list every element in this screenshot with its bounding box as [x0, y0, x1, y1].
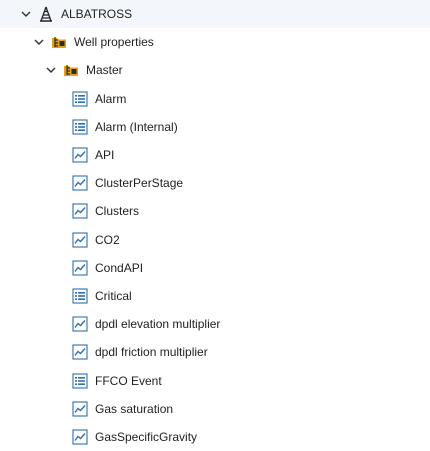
trend-chart-icon [72, 401, 88, 417]
tree-leaf-label: dpdl elevation multiplier [95, 317, 221, 332]
trend-chart-icon [72, 428, 88, 445]
list-icon [72, 288, 88, 304]
tree-leaf-dpdl-elevation-multiplier[interactable]: dpdl elevation multiplier [0, 310, 430, 338]
tree-leaf-label: Clusters [95, 204, 140, 219]
rig-tower-icon [38, 6, 54, 22]
list-icon [72, 119, 88, 135]
folder-properties-icon [63, 62, 79, 78]
tree-leaf-label: CO2 [95, 232, 120, 247]
tree-leaf-api[interactable]: API [0, 141, 430, 169]
trend-chart-icon [72, 147, 88, 163]
tree-leaf-gas-saturation[interactable]: Gas saturation [0, 395, 430, 423]
trend-chart-icon [72, 203, 88, 219]
tree-leaf-label: dpdl friction multiplier [95, 345, 208, 360]
tree-node-label: ALBATROSS [61, 7, 133, 21]
tree-node-label: Well properties [74, 35, 154, 49]
tree-node-master[interactable]: Master [0, 56, 430, 84]
tree-leaf-label: GasSpecificGravity [95, 429, 198, 444]
trend-chart-icon [72, 316, 88, 332]
tree-leaf-condapi[interactable]: CondAPI [0, 254, 430, 282]
tree-leaf-label: API [95, 147, 115, 162]
tree-leaf-label: ClusterPerStage [95, 176, 184, 191]
trend-chart-icon [72, 260, 88, 276]
chevron-down-icon[interactable] [20, 8, 32, 20]
tree-leaf-clusters[interactable]: Clusters [0, 197, 430, 225]
trend-chart-icon [72, 344, 88, 360]
tree-leaf-label: CondAPI [95, 260, 144, 275]
tree-leaf-label: FFCO Event [95, 373, 162, 388]
tree-node-root[interactable]: ALBATROSS [0, 0, 430, 28]
tree-leaf-label: Alarm (Internal) [95, 119, 178, 134]
list-icon [72, 372, 88, 389]
tree-leaf-gasspecificgravity[interactable]: GasSpecificGravity [0, 423, 430, 451]
trend-chart-icon [72, 175, 88, 191]
list-icon [72, 90, 88, 107]
tree-view: ALBATROSS Well properties Master Alarm A… [0, 0, 430, 450]
tree-leaf-label: Gas saturation [95, 401, 174, 416]
tree-leaf-alarm-internal[interactable]: Alarm (Internal) [0, 113, 430, 141]
tree-leaf-critical[interactable]: Critical [0, 282, 430, 310]
tree-leaf-clusterperstage[interactable]: ClusterPerStage [0, 169, 430, 197]
tree-leaf-label: Alarm [95, 91, 127, 106]
tree-leaf-label: Critical [95, 288, 132, 303]
tree-leaf-co2[interactable]: CO2 [0, 226, 430, 254]
tree-leaf-ffco-event[interactable]: FFCO Event [0, 367, 430, 395]
chevron-down-icon[interactable] [45, 64, 57, 76]
tree-leaf-alarm[interactable]: Alarm [0, 85, 430, 113]
tree-node-well-properties[interactable]: Well properties [0, 28, 430, 56]
chevron-down-icon[interactable] [33, 36, 45, 48]
folder-properties-icon [51, 34, 67, 50]
trend-chart-icon [72, 231, 88, 248]
tree-leaf-dpdl-friction-multiplier[interactable]: dpdl friction multiplier [0, 338, 430, 366]
tree-node-label: Master [86, 63, 123, 77]
